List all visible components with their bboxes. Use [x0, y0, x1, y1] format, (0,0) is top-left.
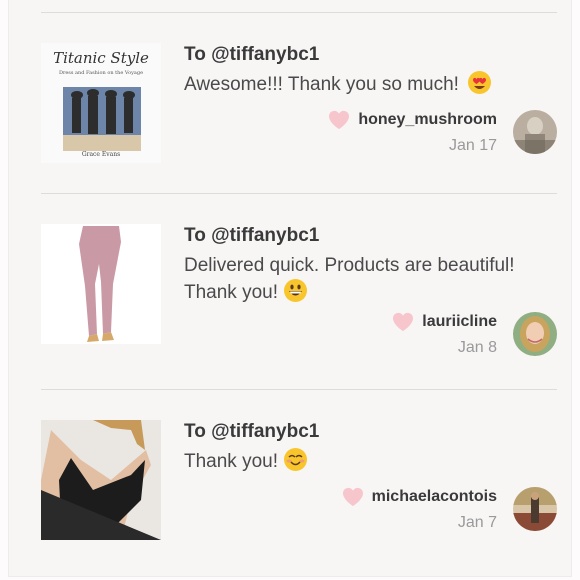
smiling-blush-emoji — [284, 448, 308, 471]
review-message-text: Awesome!!! Thank you so much! — [184, 74, 459, 95]
review-recipient[interactable]: To @tiffanybc1 — [184, 225, 319, 247]
listing-thumbnail-bodysuit[interactable] — [41, 420, 161, 540]
grinning-emoji — [284, 279, 308, 302]
review-item-3: To @tiffanybc1 Thank you! michaelacontoi… — [41, 420, 557, 545]
review-date: Jan 8 — [457, 339, 497, 356]
review-date: Jan 7 — [457, 514, 497, 531]
review-author[interactable]: honey_mushroom — [328, 110, 497, 130]
review-author[interactable]: lauriicline — [392, 312, 497, 332]
avatar[interactable] — [513, 487, 557, 531]
review-item-2: To @tiffanybc1 Delivered quick. Products… — [41, 224, 557, 364]
review-message-text: Delivered quick. Products are beautiful!… — [184, 255, 515, 303]
review-username[interactable]: michaelacontois — [372, 488, 497, 506]
book-subtitle: Dress and Fashion on the Voyage — [58, 70, 144, 76]
review-message: Thank you! — [184, 448, 554, 475]
divider — [41, 389, 557, 390]
review-username[interactable]: honey_mushroom — [358, 111, 497, 129]
book-author: Grace Evans — [81, 151, 121, 158]
review-recipient[interactable]: To @tiffanybc1 — [184, 44, 319, 66]
listing-thumbnail-book[interactable]: Titanic Style Dress and Fashion on the V… — [41, 43, 161, 163]
divider — [41, 12, 557, 13]
heart-icon[interactable] — [328, 110, 350, 130]
reviews-panel: Titanic Style Dress and Fashion on the V… — [8, 0, 572, 577]
review-message: Delivered quick. Products are beautiful!… — [184, 253, 554, 306]
book-title: Titanic Style — [53, 49, 149, 67]
review-recipient[interactable]: To @tiffanybc1 — [184, 421, 319, 443]
divider — [41, 193, 557, 194]
review-date: Jan 17 — [448, 137, 497, 154]
review-message: Awesome!!! Thank you so much! — [184, 71, 554, 98]
review-username[interactable]: lauriicline — [422, 313, 497, 331]
heart-icon[interactable] — [392, 312, 414, 332]
review-item-1: Titanic Style Dress and Fashion on the V… — [41, 43, 557, 168]
heart-icon[interactable] — [342, 487, 364, 507]
listing-thumbnail-leggings[interactable] — [41, 224, 161, 344]
review-author[interactable]: michaelacontois — [342, 487, 497, 507]
heart-eyes-emoji — [468, 71, 492, 94]
review-message-text: Thank you! — [184, 451, 278, 472]
avatar[interactable] — [513, 110, 557, 154]
avatar[interactable] — [513, 312, 557, 356]
